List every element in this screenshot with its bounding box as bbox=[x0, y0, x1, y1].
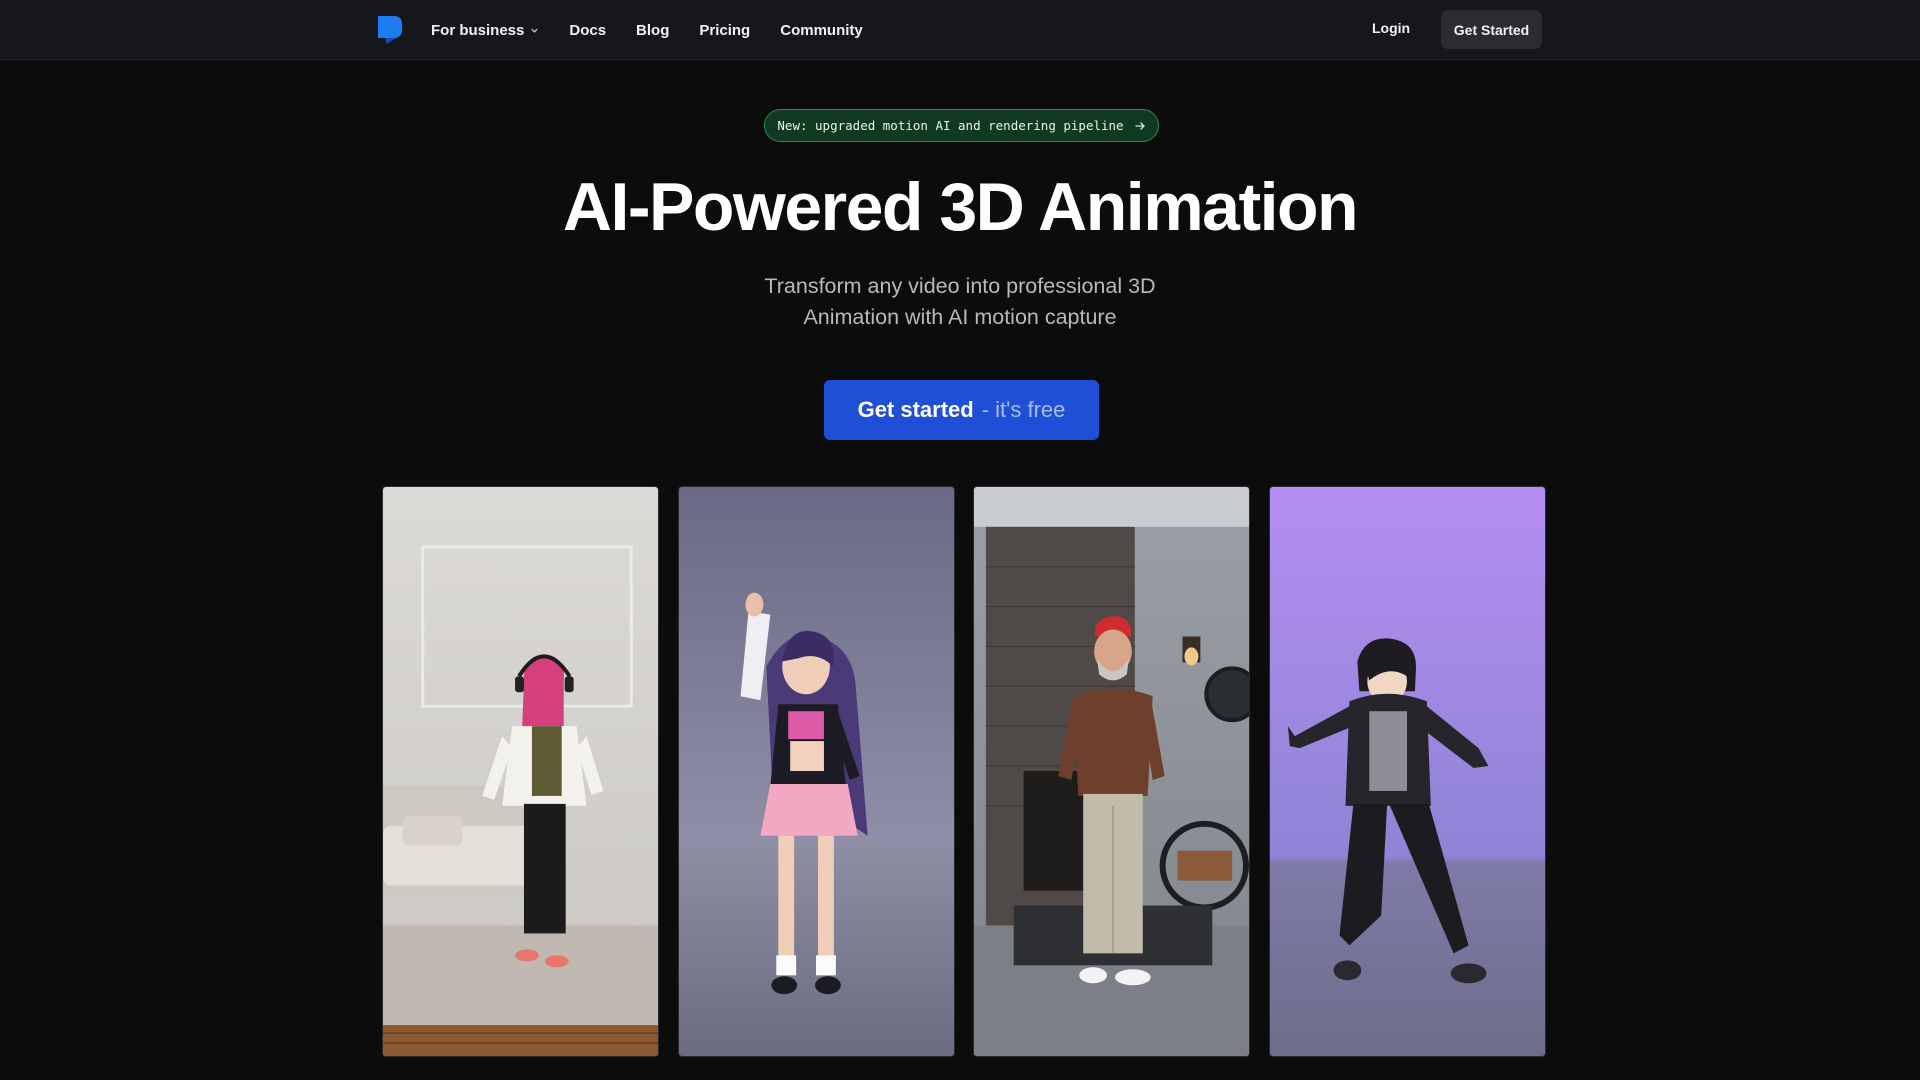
hero-subtitle-line-1: Transform any video into professional 3D bbox=[764, 274, 1156, 298]
announcement-text: New: upgraded motion AI and rendering pi… bbox=[777, 118, 1124, 133]
nav-item-label: Blog bbox=[636, 21, 670, 39]
login-link[interactable]: Login bbox=[1372, 20, 1410, 36]
anime-girl-avatar-image bbox=[679, 487, 954, 1056]
nav-item-pricing[interactable]: Pricing bbox=[699, 22, 750, 39]
showcase-card-avatar-1[interactable] bbox=[678, 486, 955, 1057]
chevron-down-icon bbox=[531, 28, 539, 33]
showcase-card-avatar-2[interactable] bbox=[1269, 486, 1546, 1057]
get-started-nav-button[interactable]: Get Started bbox=[1441, 10, 1542, 49]
nav-item-label: For business bbox=[431, 21, 525, 39]
cta-light-text: - it's free bbox=[981, 397, 1066, 422]
main-nav: For business Docs Blog Pricing Community bbox=[431, 0, 863, 60]
top-navbar: For business Docs Blog Pricing Community… bbox=[0, 0, 1920, 60]
showcase-card-video-2[interactable] bbox=[973, 486, 1250, 1057]
arrow-right-icon bbox=[1135, 121, 1145, 130]
announcement-pill[interactable]: New: upgraded motion AI and rendering pi… bbox=[764, 109, 1159, 142]
brand-logo-icon[interactable] bbox=[376, 14, 404, 48]
cta-strong-text: Get started bbox=[857, 397, 974, 422]
showcase-gallery bbox=[382, 486, 1546, 1057]
showcase-card-video-1[interactable] bbox=[382, 486, 659, 1057]
hero-subtitle: Transform any video into professional 3D… bbox=[660, 271, 1260, 333]
nav-item-docs[interactable]: Docs bbox=[569, 22, 606, 39]
woman-dancing-image bbox=[383, 487, 658, 1056]
nav-item-for-business[interactable]: For business bbox=[431, 22, 539, 39]
get-started-free-button[interactable]: Get started - it's free bbox=[824, 380, 1099, 440]
anime-character-avatar-image bbox=[1270, 487, 1545, 1056]
nav-item-label: Pricing bbox=[699, 21, 751, 39]
nav-item-community[interactable]: Community bbox=[780, 22, 863, 39]
hero-subtitle-line-2: Animation with AI motion capture bbox=[803, 305, 1117, 329]
nav-item-label: Docs bbox=[569, 21, 607, 39]
hero-title: AI-Powered 3D Animation bbox=[562, 169, 1359, 245]
nav-item-label: Community bbox=[780, 21, 863, 39]
man-dancing-image bbox=[974, 487, 1249, 1056]
nav-item-blog[interactable]: Blog bbox=[636, 22, 669, 39]
